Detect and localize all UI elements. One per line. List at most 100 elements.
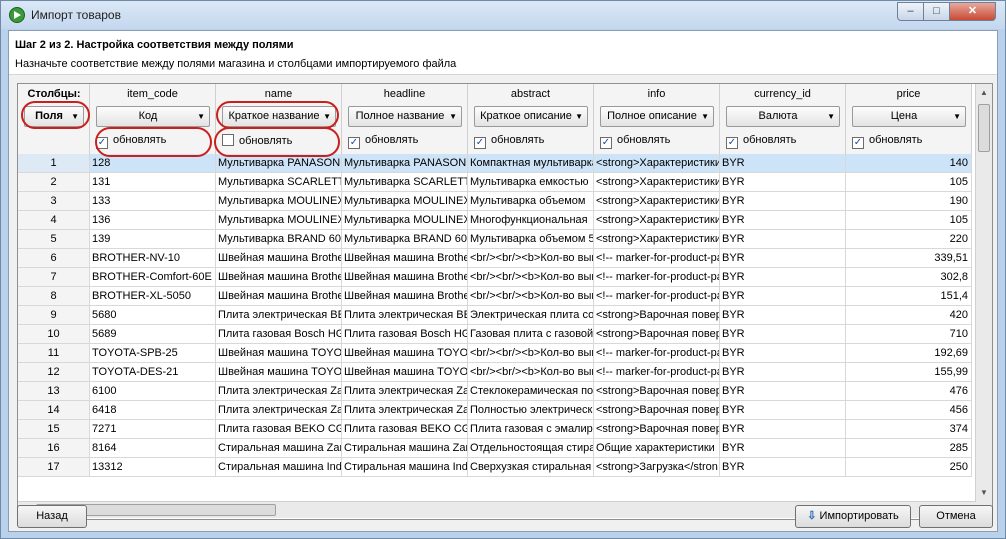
table-cell[interactable]: 7271 xyxy=(90,420,216,439)
table-cell[interactable]: Мультиварка MOULINEX xyxy=(342,192,468,211)
table-cell[interactable]: 476 xyxy=(846,382,972,401)
vertical-scrollbar[interactable]: ▲ ▼ xyxy=(975,84,992,519)
table-cell[interactable]: BROTHER-NV-10 xyxy=(90,249,216,268)
minimize-button[interactable]: – xyxy=(897,2,924,21)
table-cell[interactable]: <br/><br/><b>Кол-во выш xyxy=(468,363,594,382)
back-button[interactable]: Назад xyxy=(17,505,87,528)
table-cell[interactable]: 151,4 xyxy=(846,287,972,306)
table-cell[interactable]: BYR xyxy=(720,230,846,249)
table-cell[interactable]: <strong>Характеристики xyxy=(594,230,720,249)
table-cell[interactable]: BYR xyxy=(720,363,846,382)
import-button[interactable]: ⇩ Импортировать xyxy=(795,505,911,528)
table-cell[interactable]: 374 xyxy=(846,420,972,439)
table-cell[interactable]: Мультиварка MOULINEX xyxy=(342,211,468,230)
table-cell[interactable]: <!-- marker-for-product-page xyxy=(594,249,720,268)
checkbox-box[interactable]: ✓ xyxy=(474,137,486,149)
table-cell[interactable]: Общие характеристики xyxy=(594,439,720,458)
mapping-combo[interactable]: Полное название ▼ xyxy=(348,106,462,127)
table-row[interactable]: 17 13312 Стиральная машина Inde Стиральная … xyxy=(18,458,976,477)
table-cell[interactable]: Мультиварка PANASONIC xyxy=(342,154,468,173)
table-cell[interactable]: Электрическая плита со xyxy=(468,306,594,325)
table-cell[interactable]: BYR xyxy=(720,325,846,344)
table-row[interactable]: 6 BROTHER-NV-10 Швейная машина Brother Швей… xyxy=(18,249,976,268)
table-cell[interactable]: BYR xyxy=(720,420,846,439)
table-cell[interactable]: Плита электрическая Za xyxy=(342,382,468,401)
table-row[interactable]: 16 8164 Стиральная машина Zan Стиральная ма… xyxy=(18,439,976,458)
table-cell[interactable]: Мультиварка объемом 5 xyxy=(468,230,594,249)
table-cell[interactable]: <strong>Загрузка</stron xyxy=(594,458,720,477)
table-cell[interactable]: BROTHER-Comfort-60E xyxy=(90,268,216,287)
table-cell[interactable]: BYR xyxy=(720,344,846,363)
vertical-scroll-thumb[interactable] xyxy=(978,104,990,152)
table-cell[interactable]: Плита электрическая Za xyxy=(216,382,342,401)
table-cell[interactable]: Мультиварка емкостью xyxy=(468,173,594,192)
table-cell[interactable]: Швейная машина TOYOTA xyxy=(342,344,468,363)
table-cell[interactable]: BYR xyxy=(720,211,846,230)
table-cell[interactable]: Плита газовая Bosch HG xyxy=(342,325,468,344)
table-cell[interactable]: 420 xyxy=(846,306,972,325)
table-cell[interactable]: Многофункциональная xyxy=(468,211,594,230)
table-cell[interactable]: Плита газовая Bosch HG xyxy=(216,325,342,344)
table-cell[interactable]: 105 xyxy=(846,211,972,230)
table-cell[interactable]: TOYOTA-SPB-25 xyxy=(90,344,216,363)
table-row[interactable]: 8 BROTHER-XL-5050 Швейная машина Brother Шв… xyxy=(18,287,976,306)
table-row[interactable]: 15 7271 Плита газовая BEKO CG Плита газовая… xyxy=(18,420,976,439)
scroll-down-icon[interactable]: ▼ xyxy=(980,488,988,497)
mapping-combo[interactable]: Полное описание ▼ xyxy=(600,106,714,127)
table-cell[interactable]: Мультиварка MOULINEX xyxy=(216,192,342,211)
table-cell[interactable]: Швейная машина TOYOTA xyxy=(342,363,468,382)
table-cell[interactable]: <br/><br/><b>Кол-во выш xyxy=(468,268,594,287)
table-cell[interactable]: BYR xyxy=(720,249,846,268)
update-checkbox[interactable]: ✓ обновлять xyxy=(348,134,418,149)
table-cell[interactable]: Компактная мультиварка xyxy=(468,154,594,173)
table-cell[interactable]: Швейная машина Brother xyxy=(342,249,468,268)
table-cell[interactable]: Швейная машина Brother xyxy=(342,268,468,287)
table-cell[interactable]: <strong>Характеристики xyxy=(594,154,720,173)
table-cell[interactable]: 192,69 xyxy=(846,344,972,363)
table-cell[interactable]: <strong>Варочная поверх xyxy=(594,382,720,401)
table-cell[interactable]: Плита электрическая Za xyxy=(342,401,468,420)
checkbox-box[interactable]: ✓ xyxy=(852,137,864,149)
mapping-combo[interactable]: Валюта ▼ xyxy=(726,106,840,127)
table-cell[interactable]: 190 xyxy=(846,192,972,211)
table-cell[interactable]: Швейная машина Brother xyxy=(342,287,468,306)
checkbox-box[interactable]: ✓ xyxy=(600,137,612,149)
table-cell[interactable]: Мультиварка MOULINEX xyxy=(216,211,342,230)
table-cell[interactable]: Полностью электрическ xyxy=(468,401,594,420)
table-cell[interactable]: Плита газовая BEKO CG xyxy=(216,420,342,439)
table-cell[interactable]: <br/><br/><b>Кол-во выш xyxy=(468,249,594,268)
table-cell[interactable]: Стиральная машина Zan xyxy=(342,439,468,458)
table-cell[interactable]: BYR xyxy=(720,154,846,173)
table-cell[interactable]: 710 xyxy=(846,325,972,344)
update-checkbox[interactable]: ✓ обновлять xyxy=(474,134,544,149)
table-cell[interactable]: <br/><br/><b>Кол-во выш xyxy=(468,344,594,363)
table-cell[interactable]: <strong>Варочная поверх xyxy=(594,325,720,344)
table-cell[interactable]: BYR xyxy=(720,192,846,211)
table-cell[interactable]: Швейная машина Brother xyxy=(216,287,342,306)
table-cell[interactable]: 5680 xyxy=(90,306,216,325)
checkbox-box[interactable]: ✓ xyxy=(348,137,360,149)
table-row[interactable]: 10 5689 Плита газовая Bosch HG Плита газова… xyxy=(18,325,976,344)
cancel-button[interactable]: Отмена xyxy=(919,505,993,528)
table-cell[interactable]: <strong>Характеристики xyxy=(594,173,720,192)
table-cell[interactable]: TOYOTA-DES-21 xyxy=(90,363,216,382)
table-cell[interactable]: <strong>Варочная поверх xyxy=(594,420,720,439)
table-row[interactable]: 11 TOYOTA-SPB-25 Швейная машина TOYOTA Швей… xyxy=(18,344,976,363)
mapping-combo[interactable]: Краткое описание ▼ xyxy=(474,106,588,127)
table-row[interactable]: 4 136 Мультиварка MOULINEX Мультиварка MOUL… xyxy=(18,211,976,230)
table-cell[interactable]: Швейная машина TOYOTA xyxy=(216,344,342,363)
table-cell[interactable]: Мультиварка BRAND 60 xyxy=(342,230,468,249)
table-cell[interactable]: 302,8 xyxy=(846,268,972,287)
table-cell[interactable]: <!-- marker-for-product-page xyxy=(594,363,720,382)
table-row[interactable]: 2 131 Мультиварка SCARLETT Мультиварка SCAR… xyxy=(18,173,976,192)
table-cell[interactable]: 155,99 xyxy=(846,363,972,382)
table-cell[interactable]: 6418 xyxy=(90,401,216,420)
table-cell[interactable]: 5689 xyxy=(90,325,216,344)
table-cell[interactable]: 250 xyxy=(846,458,972,477)
table-cell[interactable]: Мультиварка SCARLETT xyxy=(342,173,468,192)
table-cell[interactable]: 136 xyxy=(90,211,216,230)
table-cell[interactable]: Плита электрическая BE xyxy=(216,306,342,325)
table-cell[interactable]: <strong>Характеристики xyxy=(594,211,720,230)
table-cell[interactable]: 139 xyxy=(90,230,216,249)
table-row[interactable]: 12 TOYOTA-DES-21 Швейная машина TOYOTA Швей… xyxy=(18,363,976,382)
